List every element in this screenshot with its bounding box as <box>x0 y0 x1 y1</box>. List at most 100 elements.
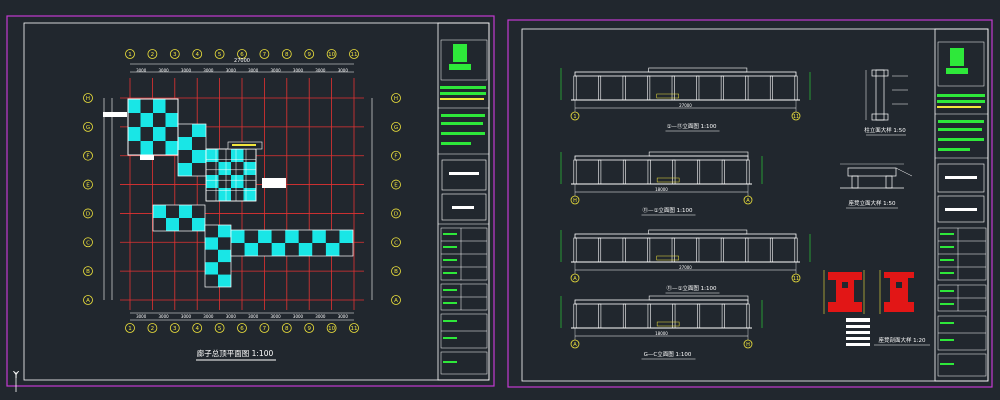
roof-tile <box>218 162 231 175</box>
roof-tile <box>140 127 153 141</box>
axis-label-col: 9 <box>307 52 311 58</box>
elevation-title: ①—⑪立面图 1:100 <box>666 122 717 130</box>
roof-tile <box>231 149 244 162</box>
roof-tile <box>205 274 218 287</box>
roof-tile <box>153 127 166 141</box>
bottom-dim-text: 3000 <box>181 314 192 319</box>
axis-label-col: 2 <box>151 52 155 58</box>
roof-tile <box>325 230 340 243</box>
roof-tile <box>243 175 256 188</box>
axis-label-col: 3 <box>173 326 177 332</box>
elevation-axis-label: 11 <box>793 114 799 120</box>
axis-label-row: B <box>86 269 90 275</box>
detail-title-0: 柱立面大样 1:50 <box>864 126 906 134</box>
axis-label-row: D <box>86 211 90 217</box>
roof-tile <box>206 162 219 175</box>
roof-tile <box>165 127 178 141</box>
axis-label-col: 5 <box>218 326 222 332</box>
roof-tile <box>140 99 153 113</box>
roof-tile <box>271 243 286 256</box>
axis-label-col: 8 <box>285 326 289 332</box>
axis-label-col: 1 <box>128 326 132 332</box>
elevation-axis-label: A <box>573 276 577 282</box>
roof-tile <box>325 243 340 256</box>
elevation-dim-text: 18000 <box>655 331 668 336</box>
roof-tile <box>165 113 178 127</box>
logo-icon-2 <box>950 48 964 66</box>
roof-tile <box>128 127 141 141</box>
detail-title-1: 座凳立面大样 1:50 <box>848 199 896 207</box>
roof-tile <box>206 149 219 162</box>
axis-label-row: G <box>86 125 90 131</box>
roof-tile <box>312 230 326 243</box>
roof-tile <box>205 249 218 263</box>
roof-tile <box>218 149 231 162</box>
roof-tile <box>298 230 313 243</box>
elevation-title: G—C立面图 1:100 <box>644 350 692 358</box>
roof-tile <box>140 113 153 127</box>
roof-tile <box>206 175 219 188</box>
axis-label-col: 11 <box>351 52 358 58</box>
roof-tile <box>218 188 231 201</box>
roof-tile <box>153 205 166 218</box>
roof-tile <box>128 113 141 127</box>
axis-label-row: E <box>394 183 398 189</box>
axis-label-row: F <box>86 154 89 160</box>
roof-tile <box>192 218 205 231</box>
axis-label-col: 1 <box>128 52 132 58</box>
roof-tile <box>205 262 218 275</box>
axis-label-row: G <box>394 125 398 131</box>
roof-tile <box>178 163 192 176</box>
roof-tile <box>153 113 166 127</box>
axis-label-row: A <box>394 298 398 304</box>
roof-tile <box>179 205 192 218</box>
axis-label-row: D <box>394 211 398 217</box>
roof-tile <box>165 141 178 155</box>
roof-tile <box>205 237 218 250</box>
roof-tile <box>231 230 245 243</box>
axis-label-col: 9 <box>307 326 311 332</box>
axis-label-row: E <box>86 183 90 189</box>
roof-tile <box>231 175 244 188</box>
elevation-axis-label: A <box>573 342 577 348</box>
roof-tile <box>178 137 192 150</box>
roof-tile <box>166 205 179 218</box>
cad-canvas[interactable]: 1122334455667788991010111130003000300030… <box>0 0 1000 400</box>
roof-tile <box>231 188 244 201</box>
roof-tile <box>285 230 299 243</box>
plan-title: 廊子总顶平面图 1:100 <box>197 348 274 358</box>
elevation-axis-label: H <box>746 342 750 348</box>
axis-label-row: C <box>394 240 398 246</box>
axis-label-col: 5 <box>218 52 222 58</box>
roof-tile <box>206 188 219 201</box>
roof-tile <box>178 150 192 163</box>
bottom-dim-text: 3000 <box>159 314 170 319</box>
roof-tile <box>298 243 313 256</box>
roof-tile <box>192 205 205 218</box>
bottom-dim-text: 3000 <box>315 314 326 319</box>
roof-tile <box>218 249 231 263</box>
roof-tile <box>244 243 259 256</box>
roof-tile <box>312 243 326 256</box>
axis-label-col: 7 <box>263 52 267 58</box>
roof-tile <box>231 162 244 175</box>
roof-tile <box>218 237 231 250</box>
elevation-axis-label: 11 <box>793 276 799 282</box>
roof-tile <box>243 188 256 201</box>
roof-tile <box>140 141 153 155</box>
bottom-dim-text: 3000 <box>248 314 259 319</box>
roof-tile <box>285 243 299 256</box>
annotation-block <box>262 178 286 188</box>
roof-tile <box>153 99 166 113</box>
axis-label-col: 4 <box>195 52 199 58</box>
logo-icon <box>453 44 467 62</box>
axis-label-row: B <box>394 269 398 275</box>
elevation-axis-label: H <box>573 198 577 204</box>
axis-label-row: A <box>86 298 90 304</box>
roof-tile <box>153 141 166 155</box>
axis-label-row: H <box>86 96 90 102</box>
axis-label-col: 6 <box>240 326 244 332</box>
roof-tile <box>128 141 141 155</box>
roof-tile <box>218 225 231 238</box>
bottom-dim-text: 3000 <box>338 314 349 319</box>
